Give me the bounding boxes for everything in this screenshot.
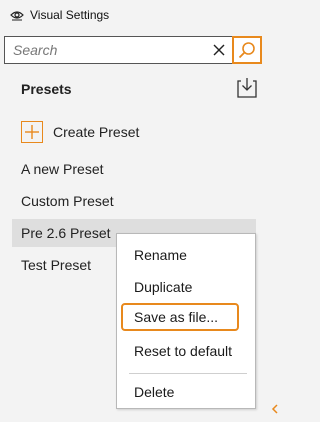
preset-item[interactable]: Custom Preset	[12, 187, 256, 215]
plus-icon	[21, 121, 43, 143]
clear-search-button[interactable]	[211, 42, 227, 58]
search-box	[4, 36, 262, 64]
create-preset-label: Create Preset	[53, 124, 140, 140]
chevron-left-icon	[271, 404, 278, 414]
download-icon	[237, 78, 257, 98]
menu-item-label: Save as file...	[134, 309, 219, 325]
export-preset-button[interactable]	[236, 77, 258, 99]
menu-item-reset-to-default[interactable]: Reset to default	[119, 337, 253, 365]
menu-item-rename[interactable]: Rename	[119, 241, 253, 269]
search-button[interactable]	[232, 36, 262, 64]
menu-item-label: Rename	[134, 247, 187, 263]
menu-item-delete[interactable]: Delete	[119, 378, 253, 406]
eye-icon	[10, 8, 24, 22]
menu-item-save-as-file[interactable]: Save as file...	[121, 303, 239, 331]
window-title: Visual Settings	[30, 8, 110, 22]
collapse-panel-button[interactable]	[270, 402, 278, 416]
menu-item-label: Delete	[134, 384, 175, 400]
context-menu: Rename Duplicate Save as file... Reset t…	[116, 233, 256, 409]
menu-item-label: Reset to default	[134, 343, 233, 359]
preset-label: Pre 2.6 Preset	[21, 225, 111, 241]
preset-label: Test Preset	[21, 257, 92, 273]
preset-label: Custom Preset	[21, 193, 114, 209]
close-icon	[213, 44, 225, 56]
preset-label: A new Preset	[21, 161, 104, 177]
menu-separator	[129, 373, 247, 374]
menu-item-label: Duplicate	[134, 279, 193, 295]
search-icon	[238, 42, 255, 59]
preset-item[interactable]: A new Preset	[12, 155, 256, 183]
title-bar: Visual Settings	[0, 0, 278, 30]
menu-item-duplicate[interactable]: Duplicate	[119, 273, 253, 301]
create-preset-button[interactable]: Create Preset	[21, 120, 139, 144]
presets-heading: Presets	[21, 81, 72, 97]
search-input[interactable]	[5, 38, 203, 62]
